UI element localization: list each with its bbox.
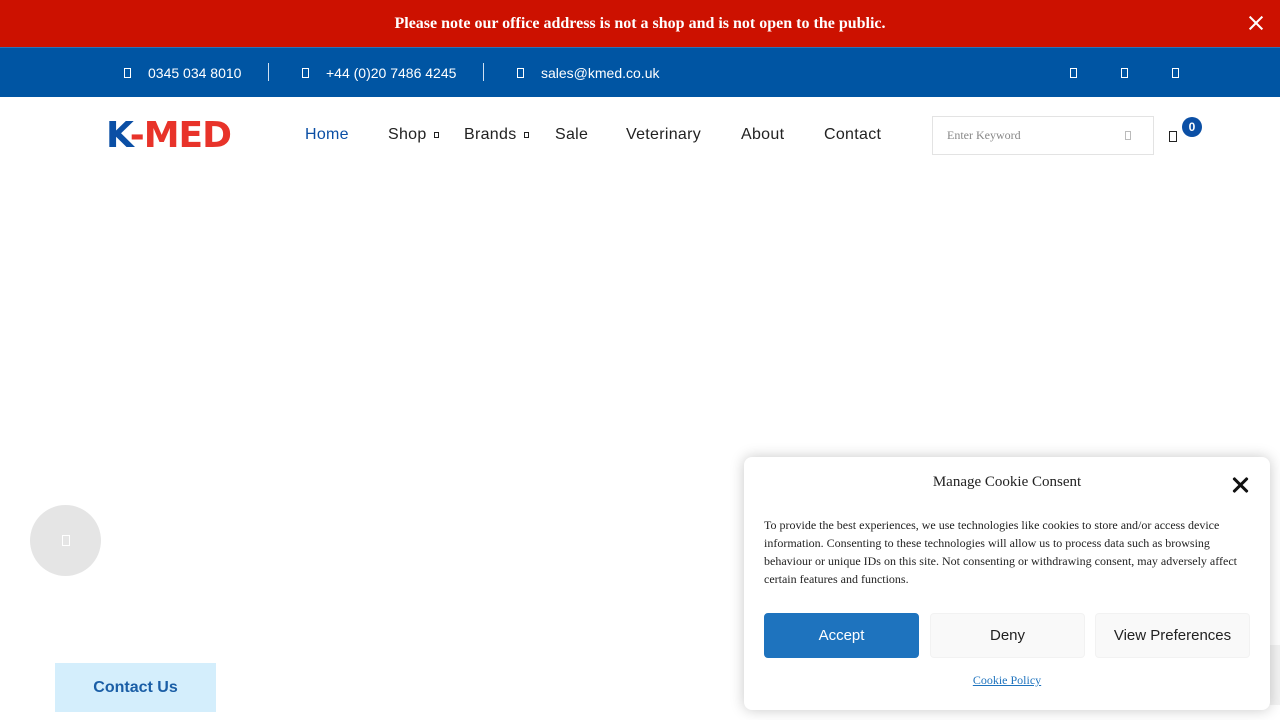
nav-sale[interactable]: Sale [555, 126, 588, 144]
phone-number-1: 0345 034 8010 [148, 65, 242, 81]
email-link[interactable]: sales@kmed.co.uk [517, 48, 659, 98]
divider [483, 63, 484, 81]
nav-label: Home [305, 126, 349, 143]
social-icon [1070, 68, 1077, 78]
cookie-message: To provide the best experiences, we use … [764, 518, 1237, 586]
email-address: sales@kmed.co.uk [541, 65, 660, 81]
nav-brands[interactable]: Brands [464, 126, 529, 144]
deny-button[interactable]: Deny [930, 613, 1085, 658]
nav-label: Contact [824, 126, 882, 143]
nav-label: Sale [555, 126, 589, 143]
floating-chat-button[interactable] [30, 505, 101, 576]
chevron-down-icon [433, 132, 439, 138]
search-input[interactable] [947, 128, 1127, 143]
phone-link-1[interactable]: 0345 034 8010 [124, 48, 241, 98]
nav-contact[interactable]: Contact [824, 126, 881, 144]
social-icon [1121, 68, 1128, 78]
nav-home[interactable]: Home [305, 126, 349, 144]
social-icon-3[interactable] [1172, 68, 1179, 78]
nav-label: About [741, 126, 785, 143]
nav-label: Veterinary [626, 126, 702, 143]
social-icon-2[interactable] [1121, 68, 1128, 78]
close-icon[interactable] [1246, 13, 1266, 33]
site-header: K-MED Home Shop Brands Sale Veterinary A… [0, 97, 1280, 175]
site-logo[interactable]: K-MED [106, 115, 232, 157]
nav-veterinary[interactable]: Veterinary [626, 126, 701, 144]
cookie-consent-dialog: Manage Cookie Consent To provide the bes… [744, 457, 1270, 710]
accept-button[interactable]: Accept [764, 613, 919, 658]
logo-k: K [106, 115, 131, 156]
notice-bar: Please note our office address is not a … [0, 0, 1280, 47]
nav-label: Shop [388, 126, 427, 143]
phone-link-2[interactable]: +44 (0)20 7486 4245 [302, 48, 456, 98]
notice-text: Please note our office address is not a … [394, 14, 886, 32]
chevron-down-icon [523, 132, 529, 138]
phone-icon [302, 68, 309, 78]
phone-number-2: +44 (0)20 7486 4245 [326, 65, 457, 81]
social-icon-1[interactable] [1070, 68, 1077, 78]
social-icon [1172, 68, 1179, 78]
chat-icon [61, 535, 70, 546]
mail-icon [517, 68, 524, 78]
cart-icon[interactable] [1169, 131, 1177, 142]
contact-bar: 0345 034 8010 +44 (0)20 7486 4245 sales@… [0, 47, 1280, 97]
contact-us-button[interactable]: Contact Us [55, 663, 216, 712]
phone-icon [124, 68, 131, 78]
search-icon[interactable] [1125, 131, 1131, 140]
nav-about[interactable]: About [741, 126, 784, 144]
logo-rest: -MED [129, 115, 232, 156]
cart-count-badge: 0 [1182, 117, 1202, 137]
search-box [932, 116, 1154, 155]
divider [268, 63, 269, 81]
close-icon[interactable] [1232, 476, 1250, 494]
cookie-policy-link[interactable]: Cookie Policy [744, 673, 1270, 688]
cookie-title: Manage Cookie Consent [932, 474, 1082, 490]
nav-shop[interactable]: Shop [388, 126, 439, 144]
view-preferences-button[interactable]: View Preferences [1095, 613, 1250, 658]
nav-label: Brands [464, 126, 517, 143]
